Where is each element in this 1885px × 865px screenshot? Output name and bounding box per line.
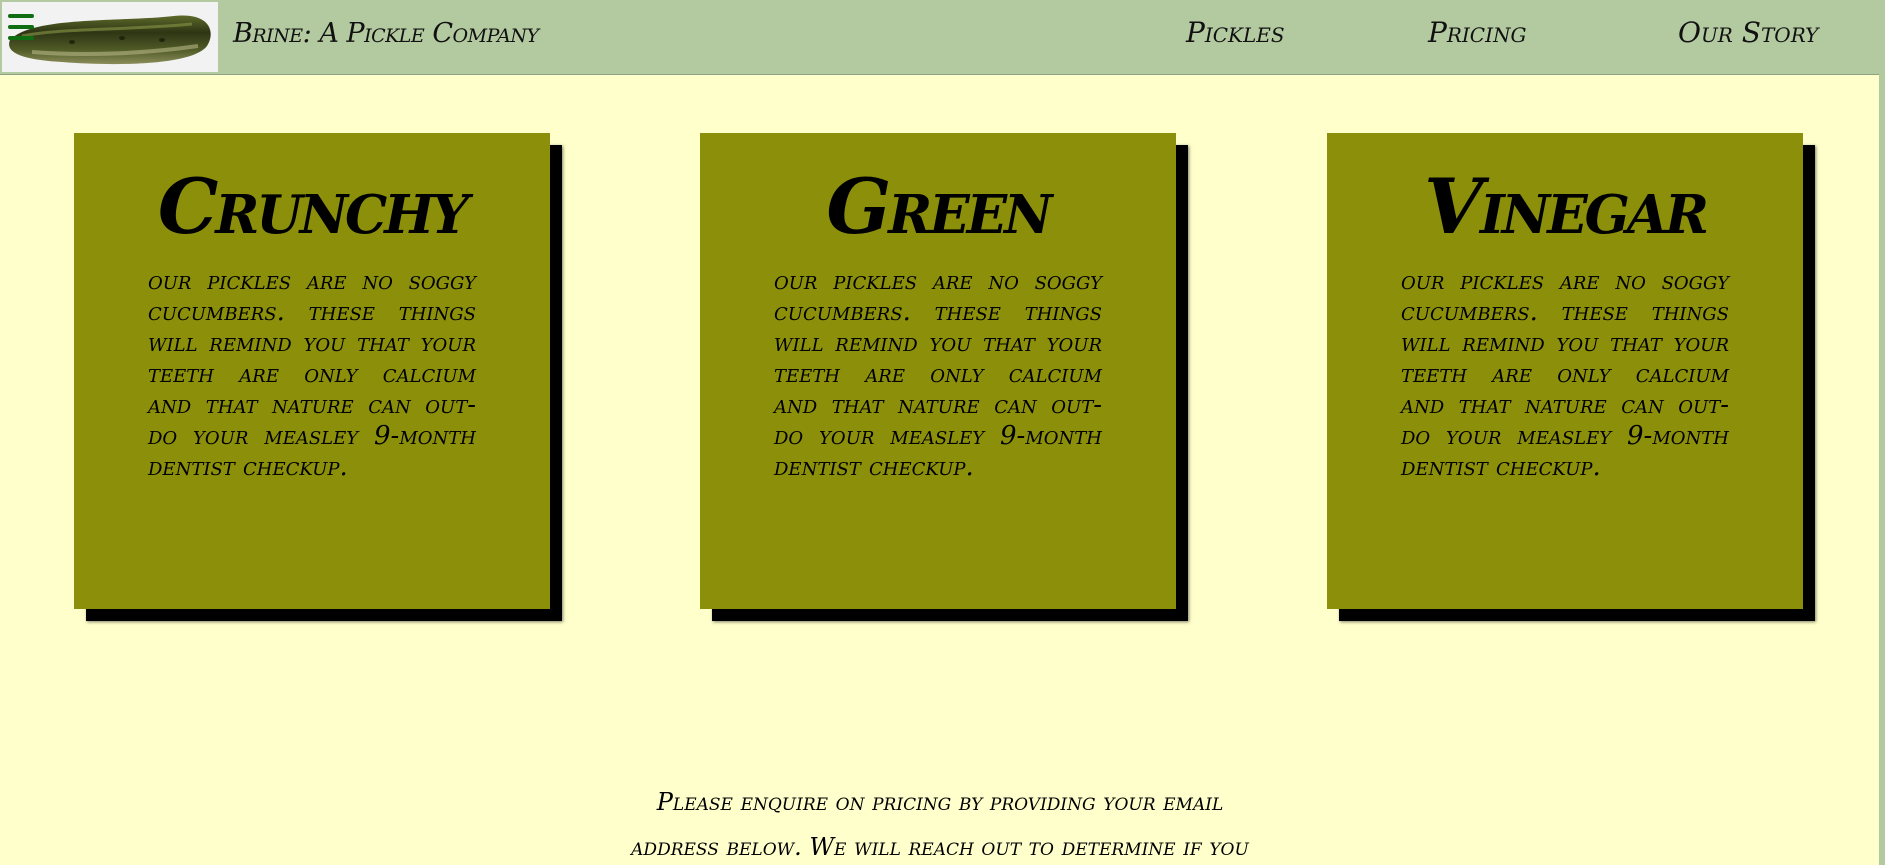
site-header: Brine: A Pickle Company Pickles Pricing …	[0, 0, 1885, 75]
card-title: Green	[826, 162, 1052, 251]
page-right-border	[1879, 74, 1885, 865]
feature-card-crunchy: Crunchy Our pickles are no soggy cucumbe…	[74, 133, 550, 609]
card-title: Vinegar	[1423, 162, 1709, 251]
nav-link-pickles[interactable]: Pickles	[1186, 16, 1285, 49]
card-body: Our pickles are no soggy cucumbers. Thes…	[774, 266, 1102, 482]
card-body: Our pickles are no soggy cucumbers. Thes…	[1401, 266, 1729, 482]
pricing-enquiry-text: Please enquire on pricing by providing y…	[631, 788, 1249, 861]
card-title: Crunchy	[157, 162, 469, 251]
menu-bar	[8, 25, 34, 29]
menu-bar	[8, 14, 34, 18]
main-nav: Pickles Pricing Our Story	[0, 16, 1885, 56]
feature-card-green: Green Our pickles are no soggy cucumbers…	[700, 133, 1176, 609]
nav-link-our-story[interactable]: Our Story	[1678, 16, 1818, 49]
feature-card-vinegar: Vinegar Our pickles are no soggy cucumbe…	[1327, 133, 1803, 609]
card-body: Our pickles are no soggy cucumbers. Thes…	[148, 266, 476, 482]
page: Brine: A Pickle Company Pickles Pricing …	[0, 0, 1885, 865]
menu-bar	[8, 36, 34, 40]
hamburger-menu-icon[interactable]	[8, 14, 34, 40]
nav-link-pricing[interactable]: Pricing	[1428, 16, 1526, 49]
